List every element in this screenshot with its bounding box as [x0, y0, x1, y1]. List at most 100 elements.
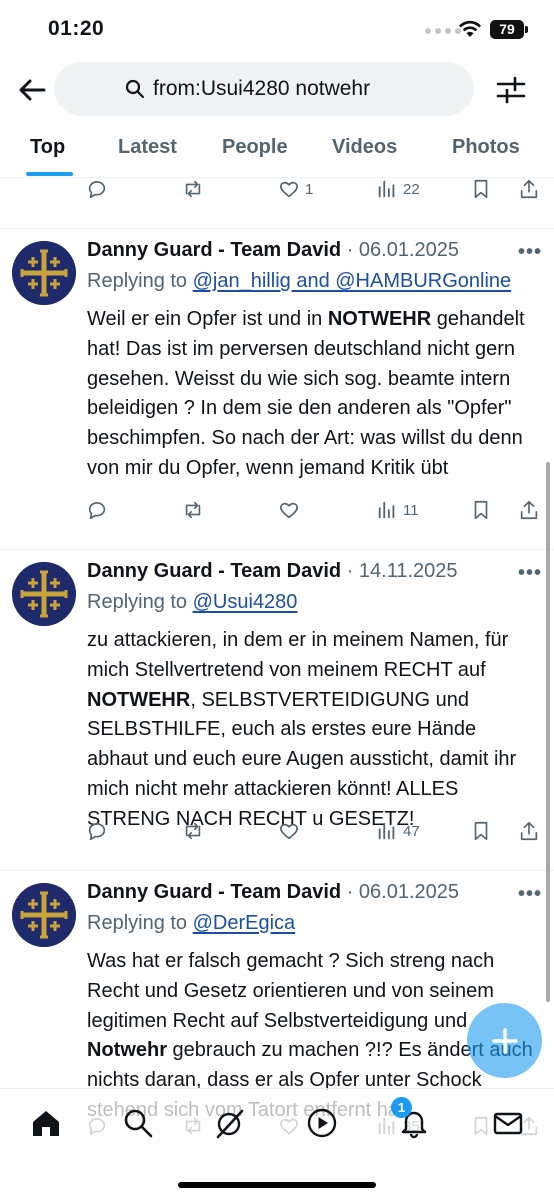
tweet-action-bar: 11 [0, 499, 554, 543]
search-icon [125, 79, 145, 99]
views-icon [378, 180, 395, 198]
search-icon[interactable] [122, 1107, 154, 1139]
grok-icon[interactable] [214, 1107, 246, 1139]
bookmark-icon [474, 500, 488, 520]
repost-icon [185, 501, 201, 519]
cellular-signal-icon [425, 28, 461, 34]
reply-button[interactable] [86, 820, 108, 842]
tab-photos[interactable]: Photos [452, 136, 520, 159]
share-button[interactable] [518, 820, 540, 842]
plus-icon [491, 1027, 518, 1054]
tweet-action-bar: 1 22 [0, 178, 554, 222]
tweet-header: Danny Guard - Team David · 14.11.2025 [87, 560, 458, 583]
status-time: 01:20 [48, 17, 105, 40]
jerusalem-cross-icon [12, 241, 76, 305]
wifi-icon [459, 20, 481, 37]
share-icon [520, 821, 538, 841]
tab-latest[interactable]: Latest [118, 136, 177, 159]
tweet-text: Weil er ein Opfer ist und in [87, 308, 328, 330]
tweet-header: Danny Guard - Team David · 06.01.2025 [87, 239, 459, 262]
avatar[interactable] [12, 883, 76, 947]
search-input[interactable] [153, 77, 403, 101]
replying-to-label: Replying to [87, 591, 193, 613]
views-button[interactable]: 47 [376, 820, 420, 842]
views-icon [378, 501, 395, 519]
reply-mention-link[interactable]: @Usui4280 [193, 591, 298, 613]
repost-button[interactable] [182, 820, 204, 842]
reply-icon [88, 502, 106, 520]
filter-settings-icon[interactable] [494, 74, 528, 106]
tweet-text: Was hat er falsch gemacht ? Sich streng … [87, 950, 495, 1032]
status-bar: 01:20 79 [0, 0, 554, 58]
back-arrow-icon[interactable] [16, 74, 48, 106]
tab-videos[interactable]: Videos [332, 136, 397, 159]
heart-icon [279, 181, 299, 198]
repost-icon [185, 180, 201, 198]
tweet-date: · 06.01.2025 [346, 239, 460, 261]
tab-people[interactable]: People [222, 136, 288, 159]
bookmark-icon [474, 821, 488, 841]
tweet[interactable]: Danny Guard - Team David · 06.01.2025 ••… [0, 229, 554, 549]
like-button[interactable]: 1 [278, 178, 313, 200]
tweet-action-bar: 47 [0, 820, 554, 864]
jerusalem-cross-icon [12, 562, 76, 626]
avatar[interactable] [12, 241, 76, 305]
tweet-text: zu attackieren, in dem er in meinem Name… [87, 629, 509, 681]
like-button[interactable] [278, 820, 300, 842]
replying-to-label: Replying to [87, 270, 193, 292]
author-name[interactable]: Danny Guard - Team David [87, 239, 341, 261]
tweet[interactable]: Danny Guard - Team David · 14.11.2025 ••… [0, 550, 554, 870]
bookmark-button[interactable] [470, 499, 492, 521]
share-button[interactable] [518, 499, 540, 521]
home-indicator [178, 1182, 376, 1188]
replying-to-label: Replying to [87, 912, 193, 934]
play-icon[interactable] [306, 1107, 338, 1139]
reply-mention-link[interactable]: @jan_hillig and @HAMBURGonline [193, 270, 512, 292]
views-count: 22 [403, 180, 420, 198]
replying-to: Replying to @jan_hillig and @HAMBURGonli… [87, 270, 511, 293]
reply-button[interactable] [86, 178, 108, 200]
more-options-icon[interactable]: ••• [518, 241, 542, 264]
share-icon [520, 500, 538, 520]
views-count: 47 [403, 822, 420, 840]
reply-icon [88, 823, 106, 841]
battery-icon: 79 [490, 20, 528, 39]
views-icon [378, 822, 395, 840]
views-button[interactable]: 22 [376, 178, 420, 200]
search-tabs: Top Latest People Videos Photos [0, 120, 554, 178]
mail-icon[interactable] [492, 1107, 524, 1139]
heart-icon [279, 823, 299, 840]
jerusalem-cross-icon [12, 883, 76, 947]
bookmark-button[interactable] [470, 178, 492, 200]
bookmark-icon [474, 179, 488, 199]
share-button[interactable] [518, 178, 540, 200]
notification-badge: 1 [391, 1097, 412, 1118]
reply-icon [88, 181, 106, 199]
tab-top[interactable]: Top [30, 136, 65, 159]
tweet-text-bold: NOTWEHR [87, 688, 191, 711]
compose-button[interactable] [467, 1003, 542, 1078]
avatar[interactable] [12, 562, 76, 626]
reply-mention-link[interactable]: @DerEgica [193, 912, 296, 934]
more-options-icon[interactable]: ••• [518, 562, 542, 585]
tweet-header: Danny Guard - Team David · 06.01.2025 [87, 881, 459, 904]
repost-button[interactable] [182, 178, 204, 200]
more-options-icon[interactable]: ••• [518, 883, 542, 906]
bookmark-button[interactable] [470, 820, 492, 842]
like-button[interactable] [278, 499, 300, 521]
scrollbar[interactable] [546, 462, 550, 1002]
replying-to: Replying to @Usui4280 [87, 591, 297, 614]
tweet-text-bold: NOTWEHR [327, 308, 432, 330]
tweet-body: zu attackieren, in dem er in meinem Name… [87, 626, 539, 835]
author-name[interactable]: Danny Guard - Team David [87, 560, 341, 582]
author-name[interactable]: Danny Guard - Team David [87, 881, 341, 903]
repost-button[interactable] [182, 499, 204, 521]
share-icon [520, 179, 538, 199]
repost-icon [185, 822, 201, 840]
views-button[interactable]: 11 [376, 499, 419, 521]
tweet-body: Weil er ein Opfer ist und in NOTWEHR geh… [87, 305, 539, 484]
search-box[interactable] [54, 62, 474, 116]
home-icon[interactable] [30, 1107, 62, 1139]
reply-button[interactable] [86, 499, 108, 521]
like-count: 1 [305, 180, 314, 198]
